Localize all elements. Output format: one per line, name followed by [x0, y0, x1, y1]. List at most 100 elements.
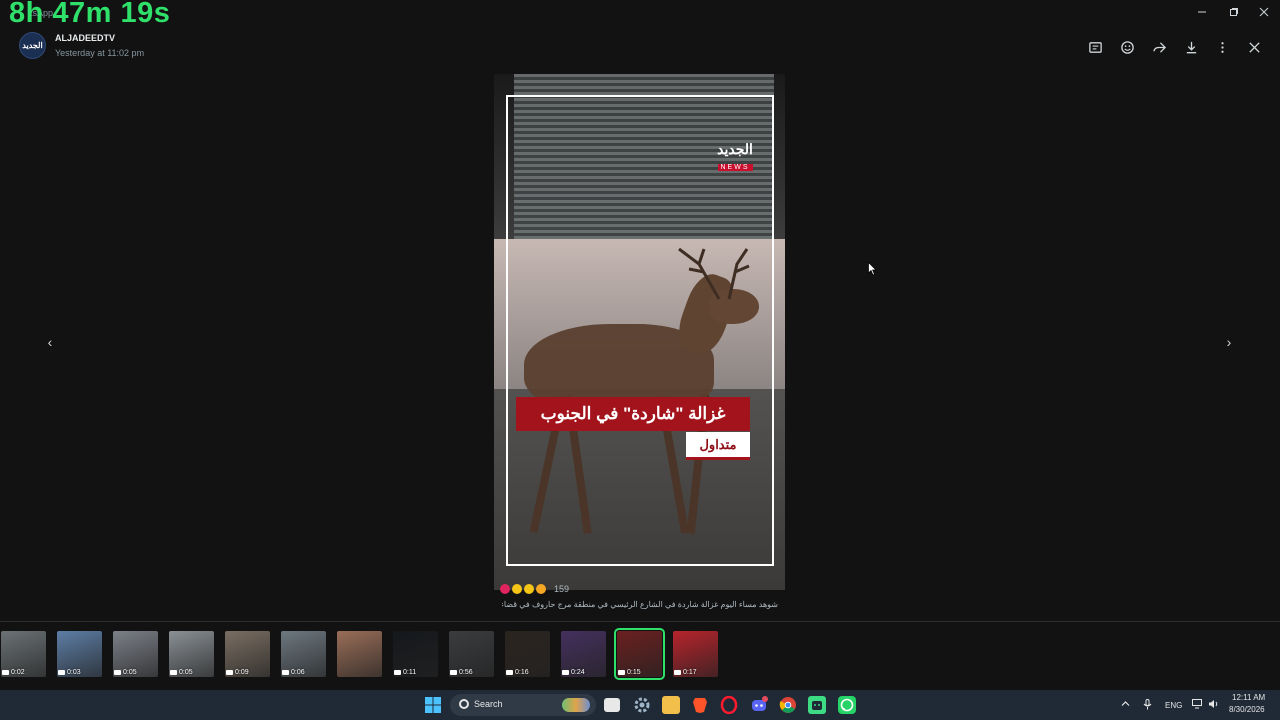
video-duration: 0:24 [562, 669, 585, 676]
restore-button[interactable] [1218, 0, 1250, 24]
start-button[interactable] [424, 696, 442, 714]
android-icon[interactable] [808, 696, 826, 714]
duration-label: 0:11 [403, 669, 417, 676]
close-viewer-button[interactable] [1243, 36, 1265, 58]
media-thumbnail[interactable]: 0:09 [225, 631, 270, 677]
duration-label: 0:17 [683, 669, 697, 676]
previous-media-button[interactable]: ‹ [39, 331, 61, 353]
task-view-icon[interactable] [604, 698, 620, 712]
channel-logo: الجديد NEWS [708, 142, 762, 174]
taskbar-search[interactable]: Search [450, 694, 596, 716]
laugh-emoji-icon [512, 584, 522, 594]
video-camera-icon [226, 670, 233, 675]
timer-overlay: 8h 47m 19s [9, 0, 171, 29]
video-camera-icon [450, 670, 457, 675]
brave-icon[interactable] [691, 696, 709, 714]
chevron-right-icon: › [1226, 334, 1232, 350]
media-thumbnail[interactable]: 0:15 [614, 628, 665, 680]
media-thumbnail[interactable]: 0:24 [561, 631, 606, 677]
video-duration: 0:16 [506, 669, 529, 676]
clock-date[interactable]: 8/30/2026 [1229, 705, 1265, 714]
video-duration: 0:17 [674, 669, 697, 676]
media-viewer: tsApp 8h 47m 19s الجديد ALJADEEDTV Yeste… [0, 0, 1280, 690]
video-frame[interactable]: الجديد NEWS غزالة "شاردة" في الجنوب متدا… [494, 74, 785, 590]
cursor-icon [868, 261, 877, 276]
viewer-header: الجديد ALJADEEDTV Yesterday at 11:02 pm [0, 28, 1280, 68]
media-thumbnail[interactable]: 0:16 [505, 631, 550, 677]
video-duration: 0:03 [58, 669, 81, 676]
media-thumbnail[interactable]: 0:03 [57, 631, 102, 677]
video-headline: غزالة "شاردة" في الجنوب [516, 397, 750, 431]
opera-icon[interactable] [720, 695, 738, 715]
duration-label: 0:56 [459, 669, 473, 676]
media-thumbnail[interactable]: 0:06 [281, 631, 326, 677]
media-thumbnail[interactable] [337, 631, 382, 677]
duration-label: 0:05 [179, 669, 193, 676]
duration-label: 0:03 [67, 669, 81, 676]
search-label: Search [474, 699, 503, 709]
menu-icon [1220, 41, 1224, 53]
search-icon [459, 699, 469, 709]
minimize-button[interactable] [1186, 0, 1218, 24]
microphone-icon[interactable] [1143, 699, 1152, 712]
media-thumbnail[interactable]: 0:05 [169, 631, 214, 677]
message-time: Yesterday at 11:02 pm [55, 48, 145, 58]
forward-icon [1152, 41, 1166, 53]
restore-icon [1230, 8, 1238, 16]
chrome-icon[interactable] [779, 696, 797, 714]
file-explorer-icon[interactable] [662, 696, 680, 714]
network-icon[interactable] [1192, 699, 1203, 711]
whatsapp-icon[interactable] [838, 696, 856, 714]
video-duration: 0:05 [170, 669, 193, 676]
clock-time[interactable]: 12:11 AM [1232, 693, 1265, 702]
video-camera-icon [674, 670, 681, 675]
window-close-icon [1259, 7, 1269, 17]
sender-name[interactable]: ALJADEEDTV [55, 33, 115, 43]
video-duration: 0:09 [226, 669, 249, 676]
next-media-button[interactable]: › [1218, 331, 1240, 353]
window-close-button[interactable] [1248, 0, 1280, 24]
video-camera-icon [506, 670, 513, 675]
close-icon [1248, 41, 1260, 53]
duration-label: 0:24 [571, 669, 585, 676]
react-button[interactable] [1116, 36, 1138, 58]
duration-label: 0:02 [11, 669, 25, 676]
duration-label: 0:16 [515, 669, 529, 676]
reactions-bar[interactable]: 159 [500, 584, 569, 594]
media-thumbnail[interactable]: 0:02 [1, 631, 46, 677]
duration-label: 0:09 [235, 669, 249, 676]
video-duration: 0:11 [394, 669, 416, 676]
forward-button[interactable] [1148, 36, 1170, 58]
download-button[interactable] [1180, 36, 1202, 58]
duration-label: 0:15 [627, 669, 641, 676]
go-to-message-button[interactable] [1084, 36, 1106, 58]
duration-label: 0:05 [123, 669, 137, 676]
volume-icon[interactable] [1208, 699, 1219, 711]
discord-icon[interactable] [750, 696, 768, 714]
video-duration: 0:05 [114, 669, 137, 676]
video-camera-icon [394, 670, 401, 675]
more-options-button[interactable] [1211, 36, 1233, 58]
language-indicator[interactable]: ENG [1165, 701, 1182, 710]
video-duration: 0:56 [450, 669, 473, 676]
logo-news: NEWS [717, 164, 753, 171]
video-tag: متداول [686, 432, 750, 460]
media-thumbnail[interactable]: 0:17 [673, 631, 718, 677]
surprised-emoji-icon [524, 584, 534, 594]
logo-arabic: الجديد [717, 141, 753, 157]
pray-emoji-icon [536, 584, 546, 594]
settings-icon[interactable] [633, 696, 651, 714]
avatar[interactable]: الجديد [19, 32, 46, 59]
reaction-count: 159 [554, 584, 570, 594]
tray-overflow-icon[interactable] [1121, 699, 1130, 710]
search-highlight-icon [562, 698, 590, 712]
media-thumbnail[interactable]: 0:05 [113, 631, 158, 677]
video-camera-icon [562, 670, 569, 675]
message-icon [1088, 41, 1102, 53]
video-duration: 0:15 [618, 669, 641, 676]
avatar-text: الجديد [22, 41, 43, 50]
emoji-icon [1120, 40, 1134, 54]
media-thumbnail[interactable]: 0:56 [449, 631, 494, 677]
taskbar: Search ENG 12:11 AM 8/30/2026 [0, 690, 1280, 720]
media-thumbnail[interactable]: 0:11 [393, 631, 438, 677]
